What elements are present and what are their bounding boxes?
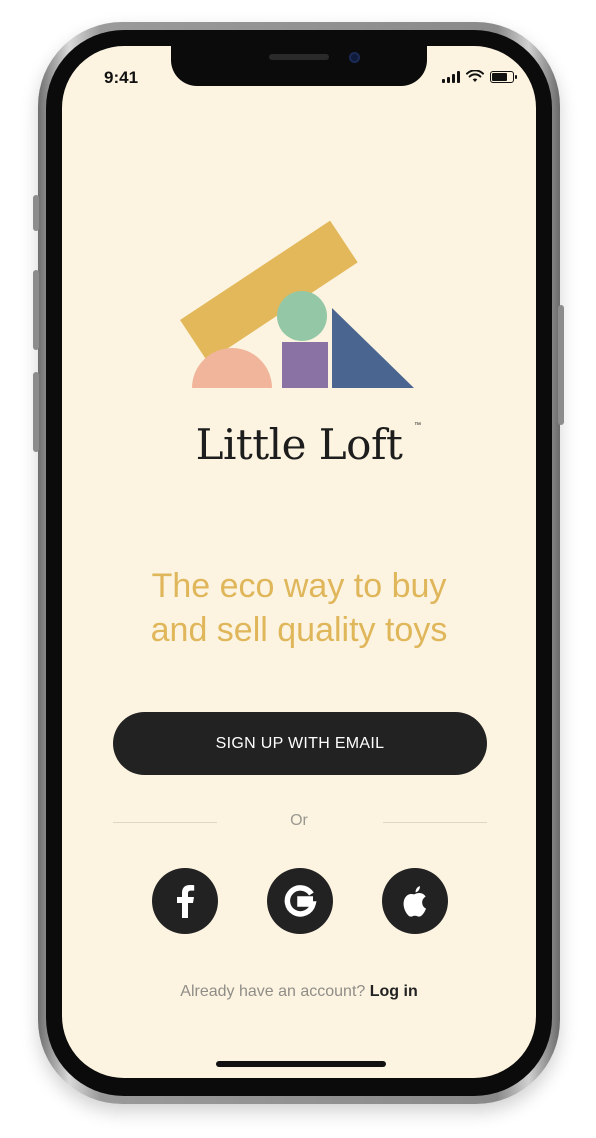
login-prompt: Already have an account? Log in	[62, 983, 536, 1001]
logo-circle-shape	[277, 291, 327, 341]
tagline: The eco way to buy and sell quality toys	[150, 567, 448, 649]
login-prompt-text: Already have an account?	[180, 983, 366, 1000]
brand-name: Little Loft	[195, 420, 403, 469]
battery-level	[492, 72, 508, 81]
app-screen: 9:41 Little Loft ™ The eco way to buy an…	[62, 46, 536, 1078]
or-divider-label: Or	[290, 812, 308, 829]
volume-down-button	[33, 372, 39, 452]
signup-email-label: SIGN UP WITH EMAIL	[215, 734, 385, 752]
status-icons	[442, 70, 517, 83]
logo-square-shape	[282, 342, 328, 388]
wifi-icon	[466, 70, 484, 82]
facebook-icon	[177, 885, 195, 918]
logo-triangle-shape	[332, 308, 414, 388]
notch	[171, 46, 427, 86]
brand-logo-shapes	[180, 220, 414, 388]
trademark-symbol: ™	[414, 422, 421, 429]
logo-rectangle-shape	[180, 220, 358, 362]
home-indicator[interactable]	[216, 1061, 386, 1067]
power-button	[558, 305, 564, 425]
front-camera	[349, 52, 360, 63]
signup-email-button[interactable]: SIGN UP WITH EMAIL	[113, 712, 487, 775]
google-login-button[interactable]	[267, 868, 333, 934]
battery-icon	[490, 70, 517, 83]
divider-line-right	[383, 822, 487, 823]
silent-switch	[33, 195, 39, 231]
apple-login-button[interactable]	[382, 868, 448, 934]
facebook-login-button[interactable]	[152, 868, 218, 934]
apple-icon	[403, 886, 426, 917]
status-time: 9:41	[104, 68, 139, 87]
cellular-signal-icon	[442, 70, 460, 83]
speaker-grille	[269, 54, 329, 60]
login-link[interactable]: Log in	[370, 983, 418, 1000]
google-icon	[284, 885, 317, 917]
volume-up-button	[33, 270, 39, 350]
